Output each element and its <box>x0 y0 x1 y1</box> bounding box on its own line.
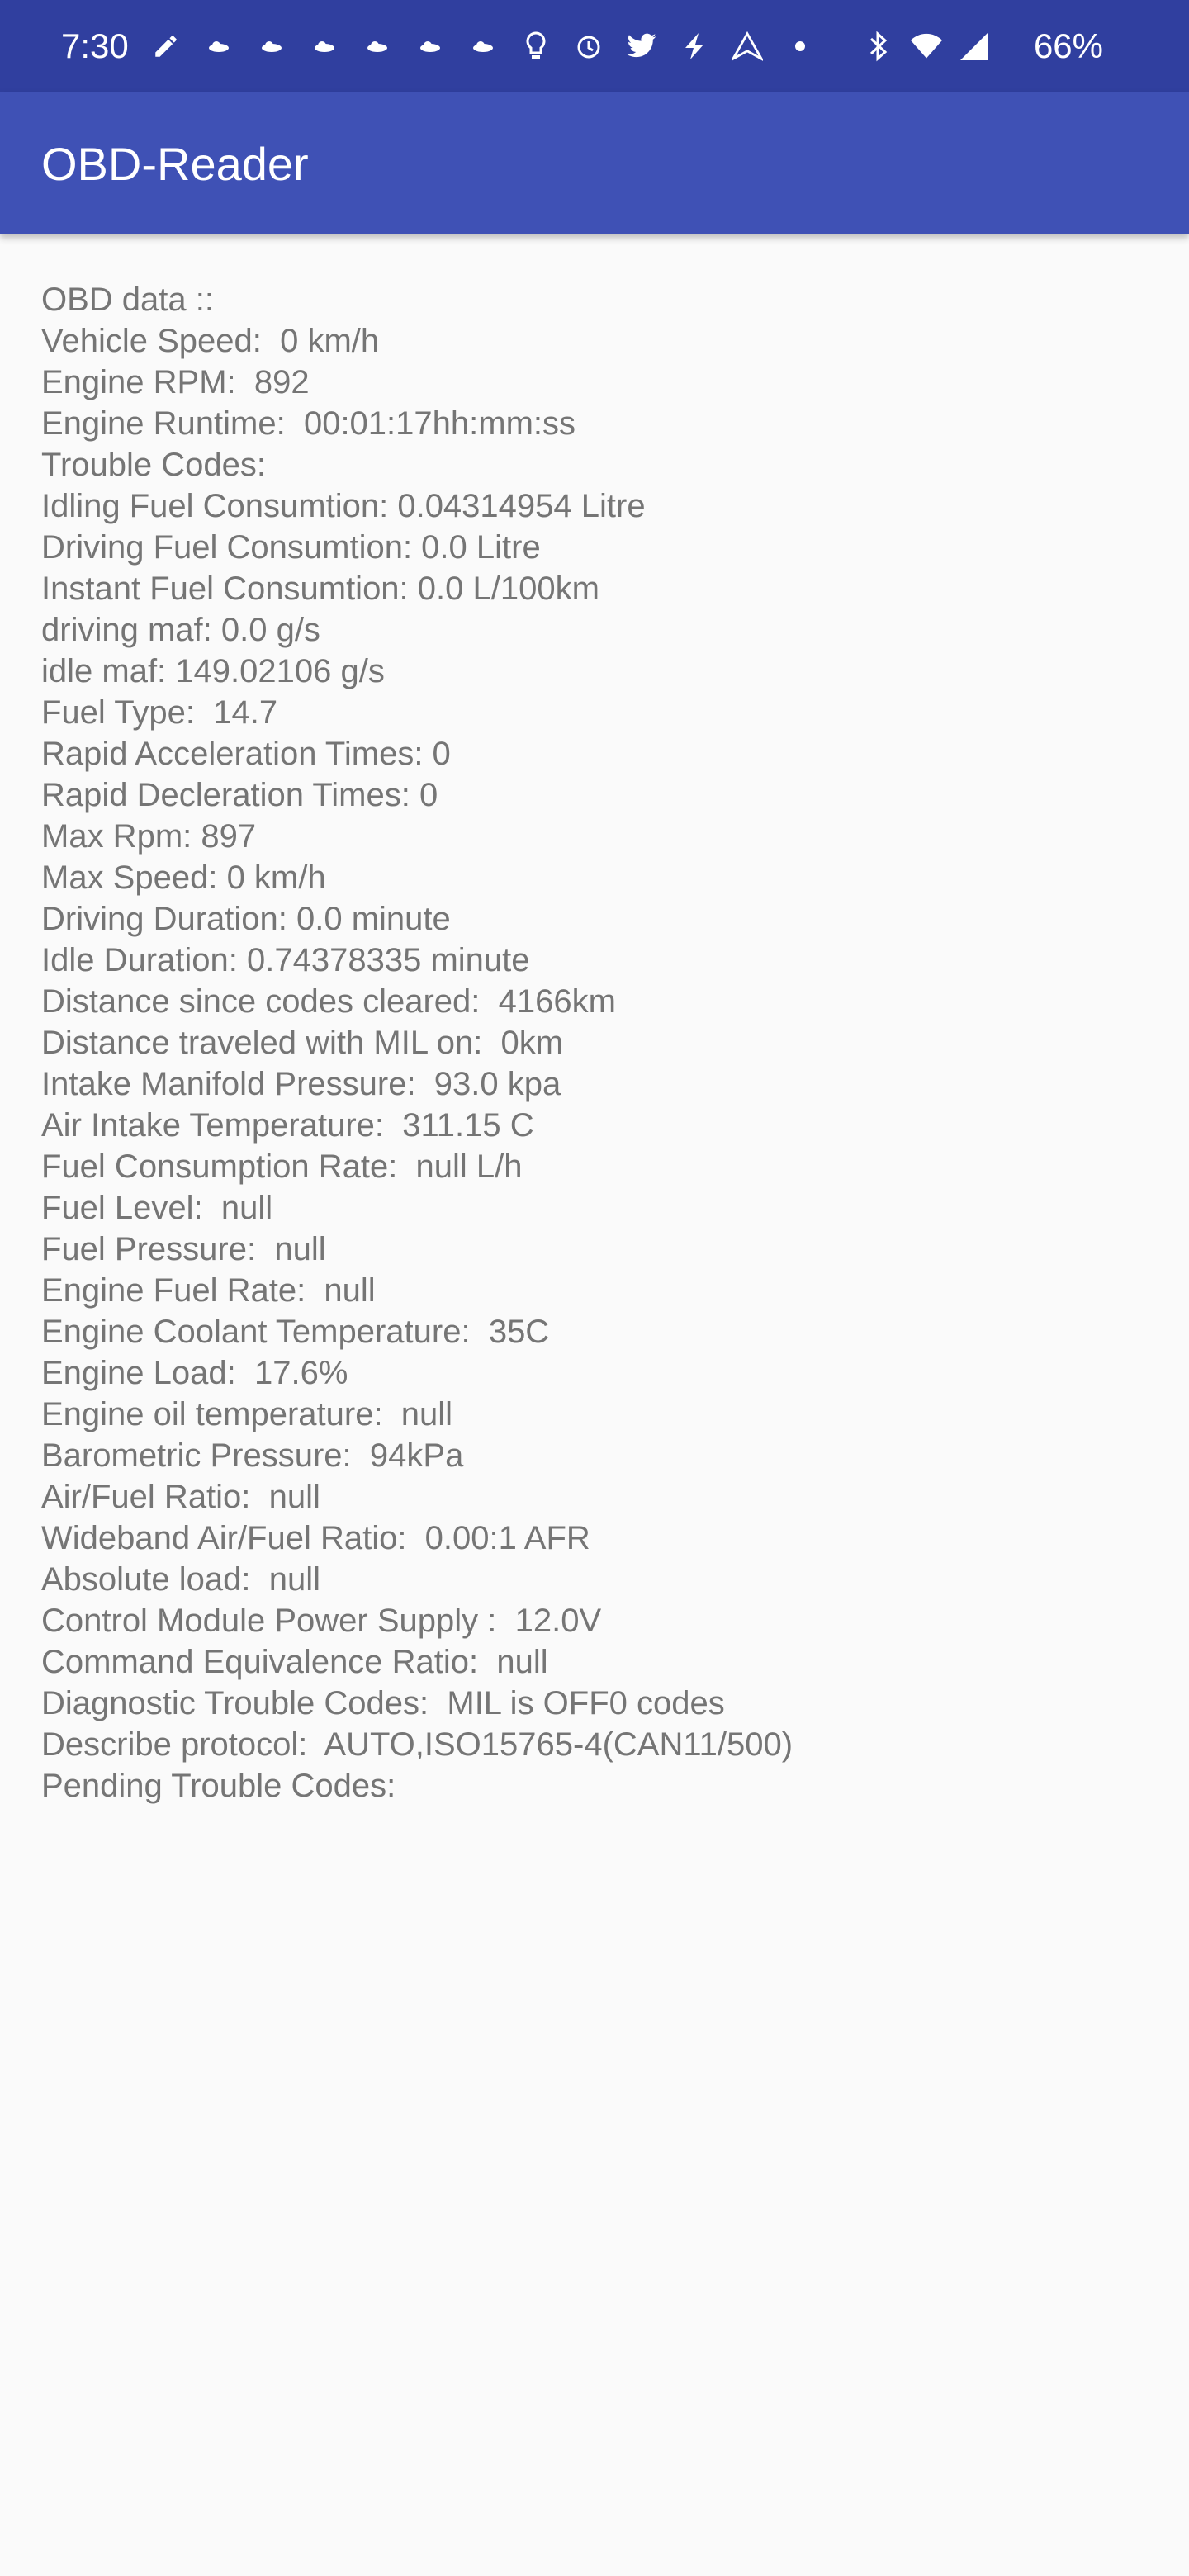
obd-data-line: Diagnostic Trouble Codes: MIL is OFF0 co… <box>41 1685 725 1721</box>
obd-data-line: driving maf: 0.0 g/s <box>41 612 320 648</box>
obd-data-line: Fuel Pressure: null <box>41 1231 326 1267</box>
obd-data-line: Driving Duration: 0.0 minute <box>41 901 451 937</box>
bolt-icon <box>679 31 710 62</box>
obd-data-line: Air Intake Temperature: 311.15 C <box>41 1107 534 1144</box>
obd-data-line: Absolute load: null <box>41 1561 321 1598</box>
obd-data-line: Describe protocol: AUTO,ISO15765-4(CAN11… <box>41 1726 793 1763</box>
obd-data-line: Max Rpm: 897 <box>41 818 257 855</box>
obd-data-line: Air/Fuel Ratio: null <box>41 1479 320 1515</box>
weather-icon <box>309 31 340 62</box>
obd-data-line: Instant Fuel Consumtion: 0.0 L/100km <box>41 571 599 607</box>
battery-percent: 66% <box>1033 26 1103 65</box>
wifi-icon <box>910 30 943 63</box>
obd-data-line: Barometric Pressure: 94kPa <box>41 1437 464 1474</box>
obd-data-line: Distance traveled with MIL on: 0km <box>41 1025 564 1061</box>
obd-data-line: Intake Manifold Pressure: 93.0 kpa <box>41 1066 561 1102</box>
weather-icon <box>467 31 499 62</box>
app-bar: OBD-Reader <box>0 92 1189 234</box>
obd-data-line: Driving Fuel Consumtion: 0.0 Litre <box>41 529 541 566</box>
obd-data-line: OBD data :: <box>41 282 214 318</box>
twitter-icon <box>626 31 657 62</box>
obd-data-line: Fuel Type: 14.7 <box>41 694 278 731</box>
obd-data-list: OBD data :: Vehicle Speed: 0 km/hEngine R… <box>41 279 1148 1807</box>
alarm-icon <box>573 31 604 62</box>
weather-icon <box>256 31 287 62</box>
edit-icon <box>150 31 182 62</box>
obd-data-line: Fuel Consumption Rate: null L/h <box>41 1148 523 1185</box>
obd-data-line: Trouble Codes: <box>41 447 266 483</box>
obd-data-line: Idle Duration: 0.74378335 minute <box>41 942 530 978</box>
status-time: 7:30 <box>61 26 129 65</box>
weather-icon <box>414 31 446 62</box>
notification-icons <box>150 25 816 68</box>
obd-data-line: Idling Fuel Consumtion: 0.04314954 Litre <box>41 488 646 524</box>
obd-data-line: Rapid Acceleration Times: 0 <box>41 736 451 772</box>
obd-data-line: Engine Load: 17.6% <box>41 1355 348 1391</box>
obd-data-line: Distance since codes cleared: 4166km <box>41 983 616 1020</box>
obd-data-line: Max Speed: 0 km/h <box>41 859 326 896</box>
navigation-icon <box>732 31 763 62</box>
status-bar: 7:30 66% <box>0 0 1189 92</box>
obd-data-line: Engine Coolant Temperature: 35C <box>41 1314 550 1350</box>
obd-data-line: Fuel Level: null <box>41 1190 273 1226</box>
obd-data-line: Engine oil temperature: null <box>41 1396 453 1432</box>
obd-data-line: idle maf: 149.02106 g/s <box>41 653 385 689</box>
obd-data-line: Wideband Air/Fuel Ratio: 0.00:1 AFR <box>41 1520 590 1556</box>
app-title: OBD-Reader <box>41 138 309 190</box>
bulb-icon <box>520 31 552 62</box>
obd-data-line: Vehicle Speed: 0 km/h <box>41 323 380 359</box>
obd-data-line: Engine Fuel Rate: null <box>41 1272 376 1309</box>
dot-icon <box>784 31 816 62</box>
obd-data-line: Engine Runtime: 00:01:17hh:mm:ss <box>41 405 576 442</box>
weather-icon <box>203 31 234 62</box>
obd-data-line: Engine RPM: 892 <box>41 364 310 400</box>
obd-data-line: Command Equivalence Ratio: null <box>41 1644 548 1680</box>
obd-data-line: Rapid Decleration Times: 0 <box>41 777 438 813</box>
cell-signal-icon <box>958 30 991 63</box>
obd-data-line: Pending Trouble Codes: <box>41 1768 396 1804</box>
system-icons <box>862 25 991 68</box>
obd-data-line: Control Module Power Supply : 12.0V <box>41 1603 602 1639</box>
bluetooth-icon <box>862 30 895 63</box>
weather-icon <box>362 31 393 62</box>
